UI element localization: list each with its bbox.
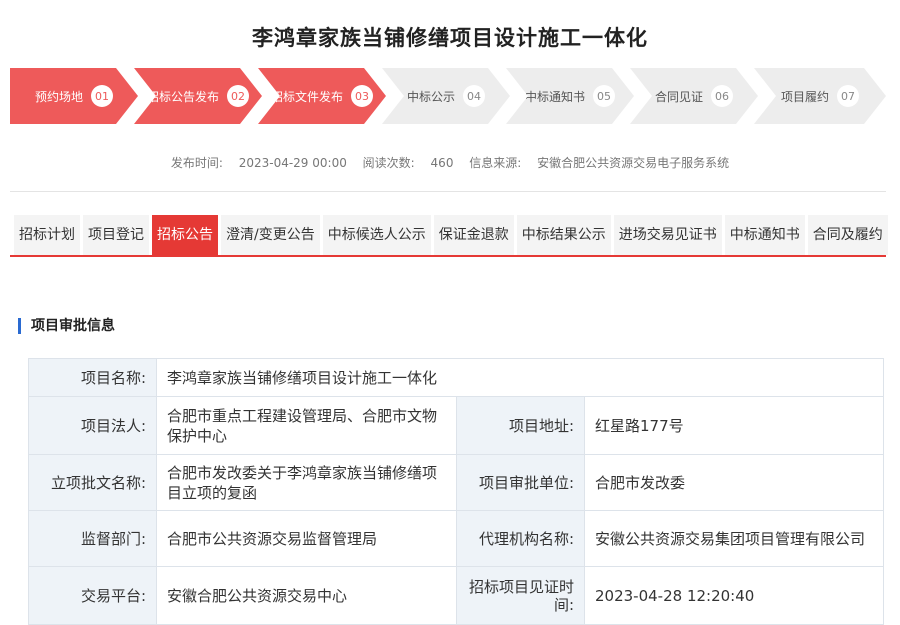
tab-project-registration[interactable]: 项目登记: [83, 215, 149, 255]
publish-value: 2023-04-29 00:00: [238, 156, 347, 170]
step-number: 02: [227, 85, 249, 107]
table-row: 监督部门: 合肥市公共资源交易监督管理局 代理机构名称: 安徽公共资源交易集团项…: [28, 510, 884, 567]
step-4[interactable]: 中标公示 04: [382, 68, 510, 124]
project-name-label: 项目名称:: [28, 358, 157, 397]
tab-witness-certificate[interactable]: 进场交易见证书: [613, 215, 722, 255]
tab-contract[interactable]: 合同及履约: [807, 215, 888, 255]
legal-person-value: 合肥市重点工程建设管理局、合肥市文物保护中心: [156, 396, 457, 455]
tab-bid-announcement[interactable]: 招标公告: [152, 215, 218, 255]
step-label: 合同见证: [654, 89, 703, 104]
step-2[interactable]: 招标公告发布 02: [134, 68, 262, 124]
supervisor-label: 监督部门:: [28, 510, 157, 567]
tab-result-publicity[interactable]: 中标结果公示: [516, 215, 611, 255]
step-number: 05: [593, 85, 615, 107]
address-value: 红星路177号: [584, 396, 884, 455]
step-1[interactable]: 预约场地 01: [10, 68, 138, 124]
step-label: 招标文件发布: [270, 89, 343, 104]
section-title: 项目审批信息: [18, 318, 115, 334]
tab-bid-plan[interactable]: 招标计划: [14, 215, 80, 255]
address-label: 项目地址:: [456, 396, 585, 455]
platform-label: 交易平台:: [28, 566, 157, 625]
approval-doc-label: 立项批文名称:: [28, 454, 157, 511]
views-value: 460: [430, 156, 454, 170]
step-label: 中标通知书: [524, 89, 585, 104]
approval-doc-value: 合肥市发改委关于李鸿章家族当铺修缮项目立项的复函: [156, 454, 457, 511]
step-number: 04: [463, 85, 485, 107]
step-number: 06: [711, 85, 733, 107]
table-row: 项目法人: 合肥市重点工程建设管理局、合肥市文物保护中心 项目地址: 红星路17…: [28, 396, 884, 455]
step-label: 项目履约: [780, 89, 829, 104]
step-6[interactable]: 合同见证 06: [630, 68, 758, 124]
platform-value: 安徽合肥公共资源交易中心: [156, 566, 457, 625]
publish-meta: 发布时间: 2023-04-29 00:00 阅读次数: 460 信息来源: 安…: [0, 154, 900, 171]
tab-deposit-refund[interactable]: 保证金退款: [433, 215, 514, 255]
witness-time-label: 招标项目见证时间:: [456, 566, 585, 625]
step-5[interactable]: 中标通知书 05: [506, 68, 634, 124]
publish-label: 发布时间:: [170, 156, 223, 170]
tab-bar: 招标计划 项目登记 招标公告 澄清/变更公告 中标候选人公示 保证金退款 中标结…: [14, 215, 891, 255]
project-info-table: 项目名称: 李鸿章家族当铺修缮项目设计施工一体化 项目法人: 合肥市重点工程建设…: [28, 358, 884, 625]
step-3[interactable]: 招标文件发布 03: [258, 68, 386, 124]
source-value: 安徽合肥公共资源交易电子服务系统: [537, 156, 730, 170]
table-row: 项目名称: 李鸿章家族当铺修缮项目设计施工一体化: [28, 358, 884, 397]
approval-unit-value: 合肥市发改委: [584, 454, 884, 511]
step-label: 招标公告发布: [146, 89, 219, 104]
supervisor-value: 合肥市公共资源交易监督管理局: [156, 510, 457, 567]
agency-label: 代理机构名称:: [456, 510, 585, 567]
tab-clarification[interactable]: 澄清/变更公告: [221, 215, 320, 255]
step-label: 中标公示: [406, 89, 455, 104]
step-number: 03: [351, 85, 373, 107]
table-row: 交易平台: 安徽合肥公共资源交易中心 招标项目见证时间: 2023-04-28 …: [28, 566, 884, 625]
step-number: 07: [837, 85, 859, 107]
approval-unit-label: 项目审批单位:: [456, 454, 585, 511]
agency-value: 安徽公共资源交易集团项目管理有限公司: [584, 510, 884, 567]
table-row: 立项批文名称: 合肥市发改委关于李鸿章家族当铺修缮项目立项的复函 项目审批单位:…: [28, 454, 884, 511]
progress-steps: 预约场地 01 招标公告发布 02 招标文件发布 03 中标公示 04 中标通知…: [10, 68, 886, 124]
tab-underline: [10, 255, 886, 257]
tab-candidate-publicity[interactable]: 中标候选人公示: [322, 215, 431, 255]
tab-award-notice[interactable]: 中标通知书: [724, 215, 805, 255]
project-name-value: 李鸿章家族当铺修缮项目设计施工一体化: [156, 358, 884, 397]
step-label: 预约场地: [34, 89, 83, 104]
step-number: 01: [91, 85, 113, 107]
page-title: 李鸿章家族当铺修缮项目设计施工一体化: [252, 26, 648, 50]
witness-time-value: 2023-04-28 12:20:40: [584, 566, 884, 625]
step-7[interactable]: 项目履约 07: [754, 68, 886, 124]
views-label: 阅读次数:: [362, 156, 415, 170]
divider: [10, 191, 886, 192]
source-label: 信息来源:: [469, 156, 522, 170]
legal-person-label: 项目法人:: [28, 396, 157, 455]
